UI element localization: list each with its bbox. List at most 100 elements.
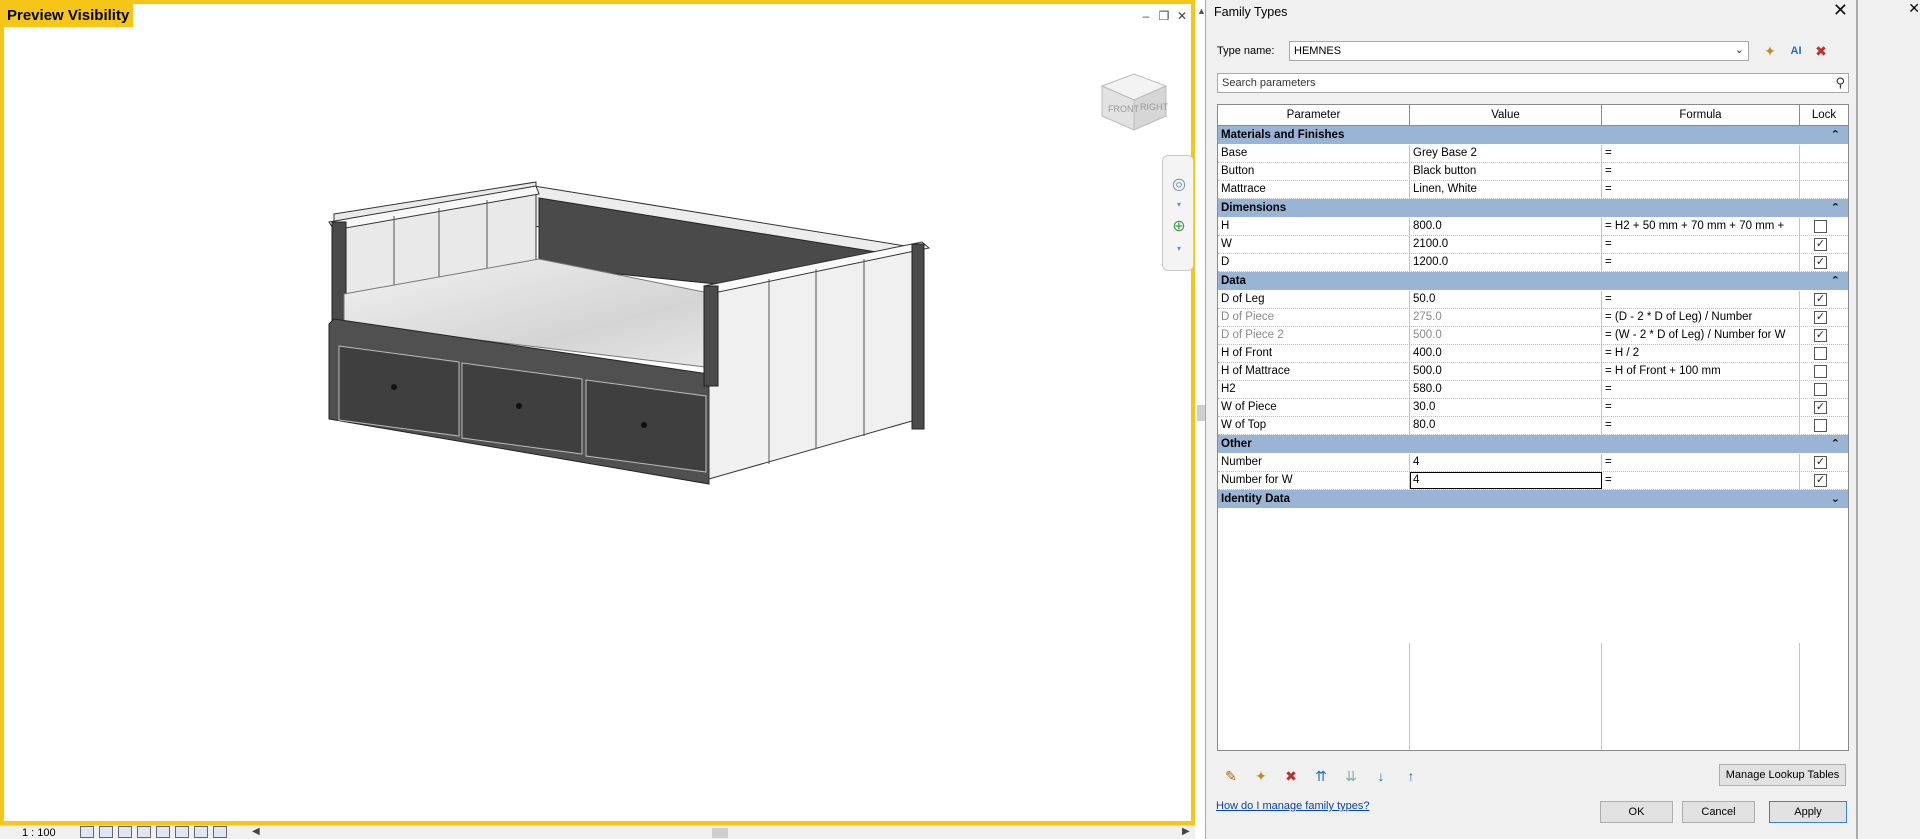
delete-parameter-icon[interactable]: ✖ xyxy=(1281,766,1301,786)
parameter-formula-cell[interactable]: = xyxy=(1602,381,1800,398)
scroll-right-icon[interactable]: ▶ xyxy=(1182,826,1190,837)
table-row[interactable]: W of Piece 30.0 = ✓ xyxy=(1218,399,1848,417)
lock-checkbox-checked[interactable]: ✓ xyxy=(1814,311,1827,324)
table-row[interactable]: Base Grey Base 2 = xyxy=(1218,145,1848,163)
sun-path-icon[interactable] xyxy=(118,826,132,838)
search-parameters-input[interactable]: Search parameters ⚲ xyxy=(1217,73,1849,93)
search-icon[interactable]: ⚲ xyxy=(1835,75,1845,91)
parameter-value-cell[interactable]: 275.0 xyxy=(1410,309,1602,326)
parameter-formula-cell[interactable]: = xyxy=(1602,417,1800,434)
parameter-formula-cell[interactable]: = xyxy=(1602,254,1800,271)
parameter-value-cell[interactable]: Grey Base 2 xyxy=(1410,145,1602,162)
parameter-formula-cell[interactable]: = H of Front + 100 mm xyxy=(1602,363,1800,380)
lock-checkbox[interactable] xyxy=(1814,347,1827,360)
delete-type-icon[interactable]: ✖ xyxy=(1811,41,1831,61)
type-name-select[interactable]: HEMNES ⌄ xyxy=(1289,41,1749,61)
table-row[interactable]: D of Piece 275.0 = (D - 2 * D of Leg) / Nu… xyxy=(1218,309,1848,327)
cancel-button[interactable]: Cancel xyxy=(1682,801,1755,823)
parameter-value-cell[interactable]: 800.0 xyxy=(1410,218,1602,235)
manage-lookup-tables-button[interactable]: Manage Lookup Tables xyxy=(1719,764,1846,786)
parameter-value-cell[interactable]: 80.0 xyxy=(1410,417,1602,434)
parameter-group-header[interactable]: Data ⌃ xyxy=(1218,272,1848,291)
lock-checkbox-checked[interactable]: ✓ xyxy=(1814,256,1827,269)
table-row[interactable]: W 2100.0 = ✓ xyxy=(1218,236,1848,254)
chevron-down-icon[interactable]: ▾ xyxy=(1170,196,1188,214)
sort-ascending-icon[interactable]: ↓ xyxy=(1371,766,1391,786)
parameter-formula-cell[interactable]: = (D - 2 * D of Leg) / Number xyxy=(1602,309,1800,326)
lock-checkbox[interactable] xyxy=(1814,220,1827,233)
new-parameter-icon[interactable]: ✦ xyxy=(1251,766,1271,786)
parameter-group-header[interactable]: Materials and Finishes ⌃ xyxy=(1218,126,1848,145)
parameter-value-cell[interactable]: 500.0 xyxy=(1410,327,1602,344)
table-row[interactable]: H2 580.0 = xyxy=(1218,381,1848,399)
parameter-value-cell[interactable]: Linen, White xyxy=(1410,181,1602,198)
viewcube-front-label[interactable]: FRONT xyxy=(1108,104,1139,114)
table-row[interactable]: D of Leg 50.0 = ✓ xyxy=(1218,291,1848,309)
table-row[interactable]: D 1200.0 = ✓ xyxy=(1218,254,1848,272)
parameter-formula-cell[interactable]: = xyxy=(1602,399,1800,416)
crop-view-icon[interactable] xyxy=(175,826,189,838)
apply-button[interactable]: Apply xyxy=(1769,801,1847,823)
parameter-formula-cell[interactable]: = xyxy=(1602,472,1800,489)
parameter-formula-cell[interactable]: = xyxy=(1602,291,1800,308)
edit-parameter-icon[interactable]: ✎ xyxy=(1221,766,1241,786)
parameter-formula-cell[interactable]: = xyxy=(1602,145,1800,162)
steering-wheel-icon[interactable]: ◎ xyxy=(1170,176,1188,194)
preview-viewport[interactable]: Preview Visibility ‒ ❐ ✕ FRONT RIGHT ◎ ▾… xyxy=(0,0,1195,825)
temporary-hide-icon[interactable] xyxy=(213,826,227,838)
column-header-formula[interactable]: Formula xyxy=(1602,105,1800,125)
parameter-value-cell[interactable]: Black button xyxy=(1410,163,1602,180)
visual-style-icon[interactable] xyxy=(99,826,113,838)
lock-checkbox-checked[interactable]: ✓ xyxy=(1814,401,1827,414)
restore-icon[interactable]: ❐ xyxy=(1157,9,1171,23)
lock-checkbox-checked[interactable]: ✓ xyxy=(1814,293,1827,306)
parameter-formula-cell[interactable]: = xyxy=(1602,181,1800,198)
parameter-formula-cell[interactable]: = xyxy=(1602,236,1800,253)
parameter-value-cell[interactable]: 30.0 xyxy=(1410,399,1602,416)
parameter-value-cell[interactable]: 4 xyxy=(1410,454,1602,471)
close-icon[interactable]: ✕ xyxy=(1908,0,1920,17)
column-header-lock[interactable]: Lock xyxy=(1800,105,1848,125)
parameter-formula-cell[interactable]: = H / 2 xyxy=(1602,345,1800,362)
lock-checkbox-checked[interactable]: ✓ xyxy=(1814,456,1827,469)
parameter-formula-cell[interactable]: = xyxy=(1602,454,1800,471)
parameter-group-header[interactable]: Other ⌃ xyxy=(1218,435,1848,454)
table-row[interactable]: D of Piece 2 500.0 = (W - 2 * D of Leg) / … xyxy=(1218,327,1848,345)
show-crop-icon[interactable] xyxy=(194,826,208,838)
table-row[interactable]: Number for W 4 = ✓ xyxy=(1218,472,1848,490)
sort-descending-icon[interactable]: ↑ xyxy=(1401,766,1421,786)
lock-checkbox[interactable] xyxy=(1814,365,1827,378)
table-row[interactable]: H 800.0 = H2 + 50 mm + 70 mm + 70 mm + xyxy=(1218,218,1848,236)
table-row[interactable]: Button Black button = xyxy=(1218,163,1848,181)
parameter-value-cell[interactable]: 4 xyxy=(1410,472,1602,489)
shadows-icon[interactable] xyxy=(137,826,151,838)
parameter-value-cell[interactable]: 50.0 xyxy=(1410,291,1602,308)
chevron-down-icon[interactable]: ▾ xyxy=(1170,240,1188,258)
collapse-icon[interactable]: ⌃ xyxy=(1831,435,1840,454)
view-scale[interactable]: 1 : 100 xyxy=(22,827,56,839)
zoom-icon[interactable]: ⊕ xyxy=(1170,218,1188,236)
close-button[interactable]: ✕ xyxy=(1833,0,1848,21)
parameter-value-cell[interactable]: 2100.0 xyxy=(1410,236,1602,253)
parameter-group-header[interactable]: Identity Data ⌄ xyxy=(1218,490,1848,509)
move-up-icon[interactable]: ⇈ xyxy=(1311,766,1331,786)
table-row[interactable]: W of Top 80.0 = xyxy=(1218,417,1848,435)
detail-level-icon[interactable] xyxy=(80,826,94,838)
render-icon[interactable] xyxy=(156,826,170,838)
table-row[interactable]: H of Front 400.0 = H / 2 xyxy=(1218,345,1848,363)
parameter-value-cell[interactable]: 500.0 xyxy=(1410,363,1602,380)
parameter-formula-cell[interactable]: = (W - 2 * D of Leg) / Number for W xyxy=(1602,327,1800,344)
lock-checkbox-checked[interactable]: ✓ xyxy=(1814,474,1827,487)
lock-checkbox-checked[interactable]: ✓ xyxy=(1814,238,1827,251)
horizontal-scroll-thumb[interactable] xyxy=(712,828,728,838)
parameter-value-cell[interactable]: 1200.0 xyxy=(1410,254,1602,271)
parameter-formula-cell[interactable]: = H2 + 50 mm + 70 mm + 70 mm + xyxy=(1602,218,1800,235)
expand-icon[interactable]: ⌄ xyxy=(1831,490,1840,509)
table-row[interactable]: H of Mattrace 500.0 = H of Front + 100 mm xyxy=(1218,363,1848,381)
move-down-icon[interactable]: ⇊ xyxy=(1341,766,1361,786)
collapse-icon[interactable]: ⌃ xyxy=(1831,272,1840,291)
viewcube[interactable]: FRONT RIGHT xyxy=(1094,66,1174,136)
parameter-value-cell[interactable]: 580.0 xyxy=(1410,381,1602,398)
rename-type-icon[interactable]: AI xyxy=(1786,41,1806,61)
minimize-icon[interactable]: ‒ xyxy=(1139,9,1153,23)
